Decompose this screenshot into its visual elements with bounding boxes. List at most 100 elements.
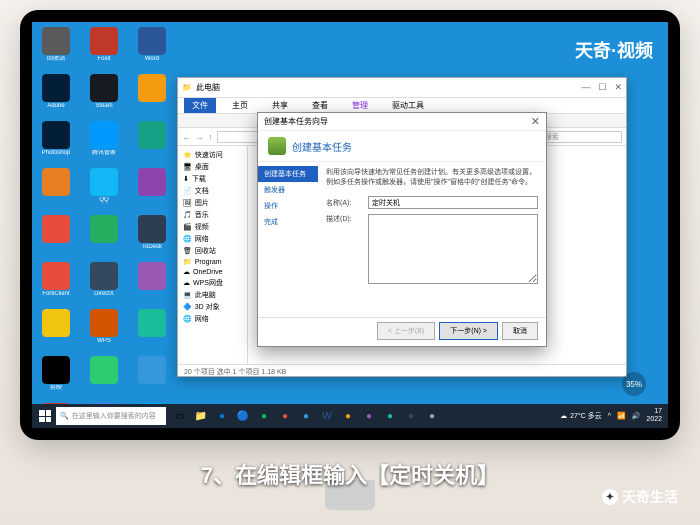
folder-icon: 📁 [183,258,192,266]
sidebar-item[interactable]: ⬇下载 [181,173,244,185]
sidebar-item[interactable]: 🖥桌面 [181,161,244,173]
tab-file[interactable]: 文件 [184,98,216,113]
app-icon-5[interactable]: ● [380,406,400,426]
app-icon-2[interactable]: ● [296,406,316,426]
maximize-button[interactable]: ☐ [598,82,606,93]
sidebar-item[interactable]: 🌐网络 [181,313,244,325]
desktop-icon[interactable] [133,121,171,165]
clock[interactable]: 172022 [646,408,662,424]
sidebar-label: OneDrive [193,269,223,276]
sidebar-item[interactable]: ☁OneDrive [181,267,244,277]
desktop-icon[interactable]: Word [133,27,171,71]
desktop-icon[interactable]: Foxit [85,27,123,71]
sidebar-item[interactable]: 🎬视频 [181,221,244,233]
wizard-titlebar[interactable]: 创建基本任务向导 ✕ [258,113,546,131]
folder-icon: ☁ [183,268,190,276]
sidebar-quick-access[interactable]: ⭐快速访问 [181,149,244,161]
tab-share[interactable]: 共享 [264,98,296,113]
wizard-close-button[interactable]: ✕ [531,115,540,128]
desktop-icon[interactable] [133,262,171,306]
explorer-titlebar[interactable]: 📁 此电脑 — ☐ ✕ [178,78,626,98]
desc-input[interactable] [368,214,538,284]
sidebar-item[interactable]: 🔷3D 对象 [181,301,244,313]
desktop-icon[interactable] [85,356,123,400]
wizard-step-trigger[interactable]: 触发器 [258,182,318,198]
desktop-icon[interactable]: ToDesk [133,215,171,259]
edge-icon[interactable]: ● [212,406,232,426]
desc-label: 描述(D): [326,214,362,224]
tab-extra[interactable]: 驱动工具 [384,98,432,113]
taskbar-pinned: ▭ 📁 ● 🔵 ● ● ● W ● ● ● ● ● [170,406,442,426]
task-view-icon[interactable]: ▭ [170,406,190,426]
sidebar-label: 3D 对象 [195,302,220,312]
wizard-step-finish[interactable]: 完成 [258,214,318,230]
icon-label: WPS [97,338,111,345]
desktop-icon[interactable] [133,168,171,212]
cancel-button[interactable]: 取消 [502,322,538,340]
wizard-body: 创建基本任务 触发器 操作 完成 利用该向导快速地为常见任务创建计划。有关更多高… [258,162,546,317]
app-icon-3[interactable]: ● [338,406,358,426]
desktop-icon[interactable] [37,309,75,353]
desktop-icon[interactable]: 腾讯管家 [85,121,123,165]
wechat-icon[interactable]: ● [254,406,274,426]
taskbar-search[interactable]: 🔍 在这里输入你要搜索的内容 [56,407,166,425]
desktop-icon[interactable] [37,215,75,259]
nav-arrows[interactable]: ←→↑ [182,132,213,142]
sidebar-item[interactable]: 🎵音乐 [181,209,244,221]
sidebar-item[interactable]: 💻此电脑 [181,289,244,301]
weather-widget[interactable]: ☁ 27°C 多云 [560,411,602,421]
desktop-icon[interactable]: 回收站 [37,27,75,71]
sidebar-item[interactable]: 🗑回收站 [181,245,244,257]
sidebar-item[interactable]: 📄文档 [181,185,244,197]
sidebar-item[interactable]: 🌐网络 [181,233,244,245]
sidebar-item[interactable]: ☁WPS网盘 [181,277,244,289]
desktop-icon[interactable] [37,168,75,212]
sidebar-label: 桌面 [195,162,209,172]
wizard-step-create[interactable]: 创建基本任务 [258,166,318,182]
app-icon-1[interactable]: ● [275,406,295,426]
start-button[interactable] [34,405,56,427]
word-icon[interactable]: W [317,406,337,426]
app-icon [42,121,70,149]
desktop-icon[interactable]: Adobe [37,74,75,118]
wizard-step-action[interactable]: 操作 [258,198,318,214]
folder-icon: 🔷 [183,303,192,311]
name-input[interactable] [368,196,538,209]
taskbar-tray: ☁ 27°C 多云 ^ 📶 🔊 172022 [560,408,666,424]
sidebar-item[interactable]: 📁Program [181,257,244,267]
tab-home[interactable]: 主页 [224,98,256,113]
app-icon [90,27,118,55]
desktop-icon[interactable]: WPS [85,309,123,353]
desktop-icon[interactable]: DirectX [85,262,123,306]
next-button[interactable]: 下一步(N) > [439,322,498,340]
sidebar-item[interactable]: 🖼图片 [181,197,244,209]
sidebar-label: 视频 [195,222,209,232]
desktop-icon[interactable]: FortiClient [37,262,75,306]
app-icon [138,168,166,196]
desktop-icon[interactable]: 剪映 [37,356,75,400]
minimize-button[interactable]: — [581,82,590,93]
chrome-icon[interactable]: 🔵 [233,406,253,426]
app-icon [90,356,118,384]
network-icon[interactable]: 📶 [617,412,626,420]
volume-icon[interactable]: 🔊 [632,412,641,420]
app-icon-7[interactable]: ● [422,406,442,426]
explorer-icon[interactable]: 📁 [191,406,211,426]
tab-view[interactable]: 查看 [304,98,336,113]
tray-chevron-icon[interactable]: ^ [608,413,611,420]
desktop-icon[interactable]: Photoshop [37,121,75,165]
close-button[interactable]: ✕ [614,82,622,93]
back-button[interactable]: < 上一步(B) [377,322,435,340]
desktop-icon[interactable] [133,74,171,118]
desktop-icon[interactable]: QQ [85,168,123,212]
wizard-title: 创建基本任务向导 [264,116,531,127]
app-icon-6[interactable]: ● [401,406,421,426]
desktop-icon[interactable]: Steam [85,74,123,118]
app-icon-4[interactable]: ● [359,406,379,426]
icon-label: 回收站 [47,56,65,63]
desktop-icon[interactable] [133,309,171,353]
desktop-icon[interactable] [85,215,123,259]
desktop-icon[interactable] [133,356,171,400]
folder-icon: ☁ [183,279,190,287]
tab-manage[interactable]: 管理 [344,98,376,113]
